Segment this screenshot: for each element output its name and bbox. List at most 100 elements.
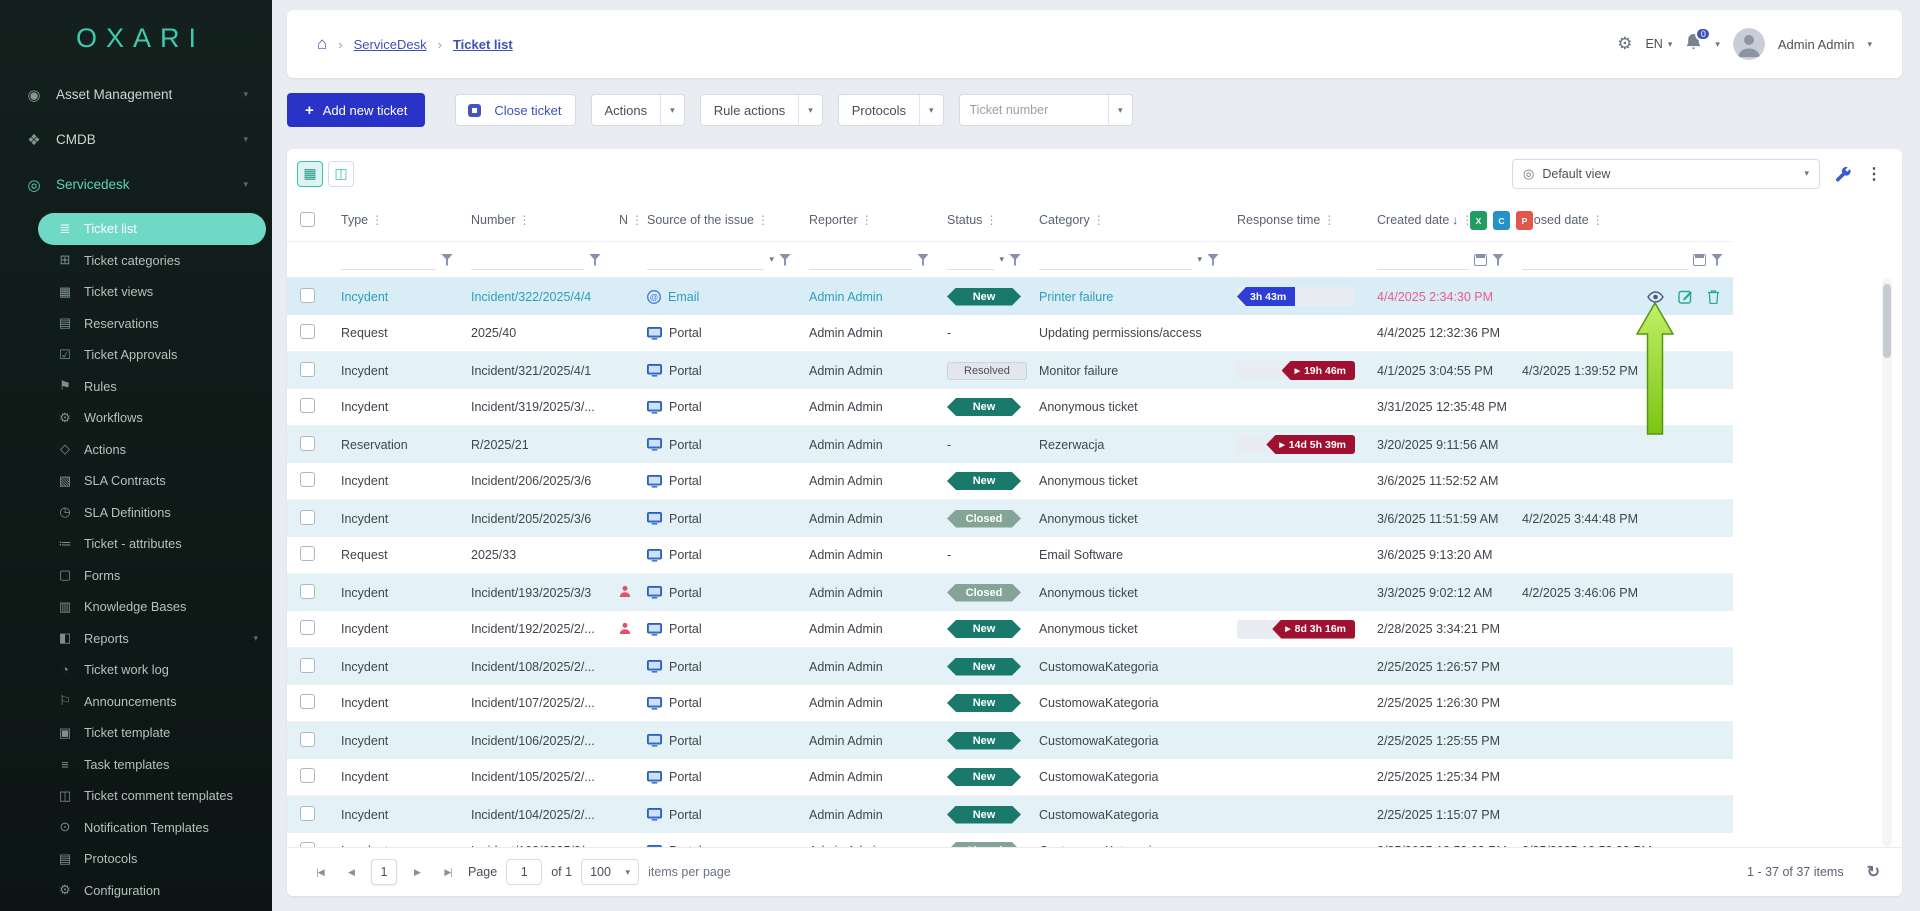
ticket-row[interactable]: IncydentIncident/319/2025/3/...PortalAdm… [287, 389, 1733, 426]
sidebar-item-ticket-template[interactable]: ▣Ticket template [0, 717, 272, 749]
ticket-row[interactable]: IncydentIncident/321/2025/4/1PortalAdmin… [287, 352, 1733, 389]
row-checkbox[interactable] [300, 732, 315, 747]
column-menu-icon[interactable]: ⋮ [757, 213, 769, 227]
row-checkbox[interactable] [300, 510, 315, 525]
row-checkbox[interactable] [300, 472, 315, 487]
items-per-page-select[interactable]: 100 ▾ [581, 859, 639, 885]
chevron-down-icon[interactable]: ▾ [1715, 39, 1720, 50]
chevron-down-icon[interactable]: ▾ [660, 95, 684, 125]
breadcrumb-link-servicedesk[interactable]: ServiceDesk [354, 37, 427, 52]
row-checkbox[interactable] [300, 584, 315, 599]
protocols-dropdown[interactable]: Protocols ▾ [838, 94, 944, 126]
filter-funnel-icon[interactable] [1207, 254, 1219, 266]
filter-funnel-icon[interactable] [1009, 254, 1021, 266]
ticket-row[interactable]: IncydentIncident/192/2025/2/...PortalAdm… [287, 611, 1733, 648]
filter-input-source-of-the-issue[interactable] [647, 250, 764, 270]
chevron-down-icon[interactable]: ▾ [1197, 254, 1202, 265]
ticket-number-input[interactable] [960, 103, 1108, 117]
column-menu-icon[interactable]: ⋮ [1592, 213, 1604, 227]
filter-funnel-icon[interactable] [779, 254, 791, 266]
sidebar-item-configuration[interactable]: ⚙Configuration [0, 875, 272, 907]
row-checkbox[interactable] [300, 324, 315, 339]
ticket-row[interactable]: IncydentIncident/205/2025/3/6PortalAdmin… [287, 500, 1733, 537]
filter-input-reporter[interactable] [809, 250, 912, 270]
export-pdf-icon[interactable]: P [1516, 211, 1533, 230]
filter-input-created-date[interactable] [1377, 250, 1469, 270]
sidebar-item-knowledge-bases[interactable]: ▥Knowledge Bases [0, 591, 272, 623]
close-ticket-button[interactable]: Close ticket [455, 94, 575, 126]
ticket-row[interactable]: ReservationR/2025/21PortalAdmin Admin-Re… [287, 426, 1733, 463]
filter-input-category[interactable] [1039, 250, 1192, 270]
chevron-down-icon[interactable]: ▾ [798, 95, 822, 125]
export-csv-icon[interactable]: C [1493, 211, 1510, 230]
filter-funnel-icon[interactable] [1492, 254, 1504, 266]
view-ticket-icon[interactable] [1647, 291, 1664, 303]
select-all-checkbox[interactable] [300, 212, 315, 227]
chevron-down-icon[interactable]: ▾ [999, 254, 1004, 265]
sidebar-item-sla-definitions[interactable]: ◷SLA Definitions [0, 497, 272, 529]
sidebar-item-workflows[interactable]: ⚙Workflows [0, 402, 272, 434]
previous-page-button[interactable]: ◀ [340, 860, 362, 884]
row-checkbox[interactable] [300, 620, 315, 635]
sidebar-item-ticket-comment-templates[interactable]: ◫Ticket comment templates [0, 780, 272, 812]
rule-actions-dropdown[interactable]: Rule actions ▾ [700, 94, 823, 126]
sidebar-item-ticket-views[interactable]: ▦Ticket views [0, 276, 272, 308]
sidebar-item-protocols[interactable]: ▤Protocols [0, 843, 272, 875]
filter-funnel-icon[interactable] [917, 254, 929, 266]
filter-funnel-icon[interactable] [441, 254, 453, 266]
language-selector[interactable]: EN ▾ [1645, 37, 1672, 51]
ticket-row[interactable]: IncydentIncident/104/2025/2/...PortalAdm… [287, 796, 1733, 833]
ticket-row[interactable]: IncydentIncident/106/2025/2/...PortalAdm… [287, 722, 1733, 759]
ticket-row[interactable]: IncydentIncident/105/2025/2/...PortalAdm… [287, 759, 1733, 796]
row-checkbox[interactable] [300, 768, 315, 783]
calendar-icon[interactable] [1693, 254, 1706, 266]
home-icon[interactable]: ⌂ [317, 34, 327, 54]
actions-dropdown[interactable]: Actions ▾ [591, 94, 685, 126]
sidebar-section-cmdb[interactable]: ❖CMDB▾ [0, 117, 272, 162]
column-menu-icon[interactable]: ⋮ [518, 213, 530, 227]
ticket-row[interactable]: IncydentIncident/322/2025/4/4@EmailAdmin… [287, 278, 1733, 315]
chevron-down-icon[interactable]: ▾ [1108, 95, 1132, 125]
notifications-button[interactable]: 0 [1685, 33, 1702, 56]
column-menu-icon[interactable]: ⋮ [371, 213, 383, 227]
chevron-down-icon[interactable]: ▾ [1867, 39, 1872, 50]
grid-view-toggle[interactable]: ▦ [297, 161, 323, 187]
sidebar-item-reports[interactable]: ◧Reports▾ [0, 623, 272, 655]
column-menu-icon[interactable]: ⋮ [1093, 213, 1105, 227]
row-checkbox[interactable] [300, 694, 315, 709]
chevron-down-icon[interactable]: ▾ [769, 254, 774, 265]
sidebar-item-ticket-attributes[interactable]: ≔Ticket - attributes [0, 528, 272, 560]
column-menu-icon[interactable]: ⋮ [631, 213, 639, 227]
sidebar-item-ticket-categories[interactable]: ⊞Ticket categories [0, 245, 272, 277]
chevron-down-icon[interactable]: ▾ [919, 95, 943, 125]
more-options-icon[interactable]: ⋮ [1866, 164, 1882, 184]
sort-descending-icon[interactable]: ↓ [1452, 213, 1458, 227]
sidebar-item-ticket-work-log[interactable]: ◔Ticket work log [0, 654, 272, 686]
breadcrumb-link-ticket-list[interactable]: Ticket list [453, 37, 513, 52]
sidebar-section-servicedesk[interactable]: ◎Servicedesk▾ [0, 162, 272, 207]
filter-input-type[interactable] [341, 250, 436, 270]
row-checkbox[interactable] [300, 658, 315, 673]
add-new-ticket-button[interactable]: + Add new ticket [287, 93, 425, 127]
export-excel-icon[interactable]: X [1470, 211, 1487, 230]
row-checkbox[interactable] [300, 436, 315, 451]
row-checkbox[interactable] [300, 806, 315, 821]
sidebar-item-reservations[interactable]: ▤Reservations [0, 308, 272, 340]
edit-ticket-icon[interactable] [1678, 289, 1693, 304]
column-menu-icon[interactable]: ⋮ [1323, 213, 1335, 227]
first-page-button[interactable]: |◀ [309, 860, 331, 884]
filter-input-number[interactable] [471, 250, 584, 270]
ticket-row[interactable]: Request2025/33PortalAdmin Admin-Email So… [287, 537, 1733, 574]
ticket-row[interactable]: IncydentIncident/206/2025/3/6PortalAdmin… [287, 463, 1733, 500]
row-checkbox[interactable] [300, 288, 315, 303]
row-checkbox[interactable] [300, 362, 315, 377]
column-menu-icon[interactable]: ⋮ [985, 213, 997, 227]
refresh-icon[interactable]: ↻ [1867, 862, 1880, 882]
sidebar-item-ticket-approvals[interactable]: ☑Ticket Approvals [0, 339, 272, 371]
ticket-row[interactable]: IncydentIncident/193/2025/3/3PortalAdmin… [287, 574, 1733, 611]
last-page-button[interactable]: ▶| [437, 860, 459, 884]
sidebar-section-asset-management[interactable]: ◉Asset Management▾ [0, 72, 272, 117]
row-checkbox[interactable] [300, 546, 315, 561]
next-page-button[interactable]: ▶ [406, 860, 428, 884]
default-view-dropdown[interactable]: ◎ Default view ▾ [1512, 159, 1820, 189]
